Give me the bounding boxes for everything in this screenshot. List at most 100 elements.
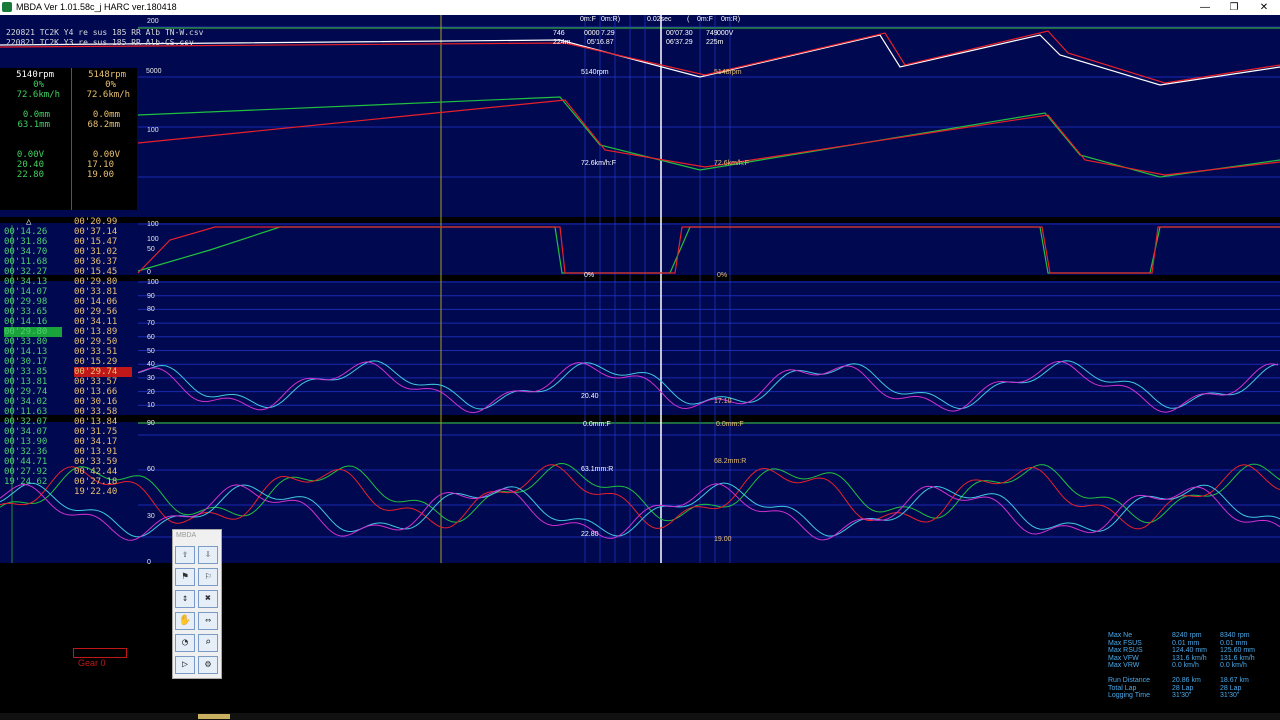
stat-value: 8240 rpm	[1172, 632, 1202, 639]
lap-time-item[interactable]: 00'34.17	[74, 437, 132, 447]
lap-time-item[interactable]: 00'32.07	[4, 417, 62, 427]
stat-label: Max Ne	[1108, 632, 1133, 639]
cursor-b-rpm: 749	[706, 30, 718, 37]
lap-time-item[interactable]: 00'34.07	[4, 427, 62, 437]
rsus-value-a: 63.1mm	[17, 120, 50, 130]
lap-time-item[interactable]: 00'29.74	[74, 367, 132, 377]
lap-time-item[interactable]: 00'42.44	[74, 467, 132, 477]
axis-tick: 20	[147, 388, 155, 396]
lap-time-item[interactable]: 00'33.51	[74, 347, 132, 357]
cursor-paren: (	[687, 16, 690, 23]
cursor-a-time: 7.29	[601, 30, 615, 37]
lap-time-item[interactable]: 00'30.17	[4, 357, 62, 367]
lap-time-item[interactable]: 00'33.57	[74, 377, 132, 387]
rpm-marker-b: 5148rpm	[714, 69, 742, 76]
lap-time-item[interactable]: 00'14.07	[4, 287, 62, 297]
arrows-horizontal-icon[interactable]: ⇔	[198, 612, 218, 630]
chart-remove-icon[interactable]: ⇩	[198, 546, 218, 564]
speed-value-a: 72.6km/h	[16, 90, 60, 100]
lap-time-item[interactable]: 00'29.74	[4, 387, 62, 397]
cursor-b-time: 00'07.30	[666, 30, 693, 37]
lap-time-item[interactable]: 00'32.27	[4, 267, 62, 277]
lap-time-item[interactable]: 00'34.70	[4, 247, 62, 257]
toolbox-window[interactable]: MBDA ⇧ ⇩ ⚑ ⚐ ↕ ✖ ✋ ⇔ ◔ ⌕ ▷ ⚙	[172, 529, 222, 679]
lap-time-item[interactable]: 19'22.40	[74, 487, 132, 497]
lap-time-item[interactable]: 00'36.37	[74, 257, 132, 267]
lap-time-item[interactable]: 00'37.14	[74, 227, 132, 237]
close-button[interactable]: ✕	[1248, 0, 1280, 15]
chart-add-icon[interactable]: ⇧	[175, 546, 195, 564]
lap-time-item[interactable]: 00'27.92	[4, 467, 62, 477]
telemetry-chart[interactable]	[0, 15, 1280, 563]
minimize-button[interactable]: —	[1189, 0, 1221, 15]
lap-time-item[interactable]: 00'33.58	[74, 407, 132, 417]
lap-time-item[interactable]: 19'24.62	[4, 477, 62, 487]
cursor-b-time-b: 06'37.29	[666, 39, 693, 46]
axis-tick: 70	[147, 320, 155, 328]
stat-label: Logging Time	[1108, 692, 1151, 699]
lap-time-item[interactable]: 00'33.80	[4, 337, 62, 347]
hand-pan-icon[interactable]: ✋	[175, 612, 195, 630]
v2-marker-a: 22.80	[581, 531, 599, 538]
lap-time-item[interactable]: 00'14.26	[4, 227, 62, 237]
lap-time-item[interactable]: 00'13.90	[4, 437, 62, 447]
lap-time-item[interactable]: 00'34.02	[4, 397, 62, 407]
lap-time-item[interactable]: 00'30.16	[74, 397, 132, 407]
lap-time-item[interactable]: 00'27.18	[74, 477, 132, 487]
lap-time-item[interactable]: 00'15.29	[74, 357, 132, 367]
cursor-b-dist: 225m	[706, 39, 724, 46]
lap-time-item[interactable]: 00'20.99	[74, 217, 132, 227]
axis-tick: 200	[147, 18, 159, 25]
lap-time-item[interactable]: 00'33.85	[4, 367, 62, 377]
stat-label: Total Lap	[1108, 684, 1137, 692]
lap-time-item[interactable]: 00'29.80	[74, 277, 132, 287]
close-cross-icon[interactable]: ✖	[198, 590, 218, 608]
lap-time-item[interactable]: 00'29.80	[4, 327, 62, 337]
cursor-mode: 0m:F	[697, 16, 713, 23]
lap-time-item[interactable]: 00'13.66	[74, 387, 132, 397]
lap-time-item[interactable]: 00'13.84	[74, 417, 132, 427]
lap-time-item[interactable]: 00'14.16	[4, 317, 62, 327]
lap-time-item[interactable]: 00'29.56	[74, 307, 132, 317]
lap-list-a[interactable]: 00'14.26 00'31.86 00'34.70 00'11.68 00'32.27…	[4, 227, 62, 487]
settings-icon[interactable]: ⚙	[198, 656, 218, 674]
stat-value: 131.6 km/h	[1172, 654, 1207, 662]
lap-time-item[interactable]: 00'13.81	[4, 377, 62, 387]
lap-time-item[interactable]: 00'13.89	[74, 327, 132, 337]
flag-orange-icon[interactable]: ⚐	[198, 568, 218, 586]
scroll-thumb[interactable]	[198, 714, 230, 719]
maximize-button[interactable]: ❐	[1218, 0, 1250, 15]
fsus-value-a: 0.0mm	[22, 110, 50, 120]
lap-time-item[interactable]: 00'33.59	[74, 457, 132, 467]
lap-time-item[interactable]: 00'14.06	[74, 297, 132, 307]
speed-value-b: 72.6km/h	[86, 90, 130, 100]
lap-time-item[interactable]: 00'31.75	[74, 427, 132, 437]
play-icon[interactable]: ▷	[175, 656, 195, 674]
axis-tick: 40	[147, 361, 155, 369]
lap-time-item[interactable]: 00'11.68	[4, 257, 62, 267]
gauge-icon[interactable]: ◔	[175, 634, 195, 652]
lap-time-item[interactable]: 00'33.81	[74, 287, 132, 297]
zoom-icon[interactable]: ⌕	[198, 634, 218, 652]
cursor-mode: 0m:R)	[721, 16, 741, 23]
rsus-marker-a: 63.1mm:R	[581, 466, 614, 473]
throttle-trace-b	[137, 226, 1280, 274]
flag-green-icon[interactable]: ⚑	[175, 568, 195, 586]
lap-time-item[interactable]: 00'33.65	[4, 307, 62, 317]
lap-time-item[interactable]: 00'15.47	[74, 237, 132, 247]
lap-time-item[interactable]: 00'34.13	[4, 277, 62, 287]
lap-time-item[interactable]: 00'11.63	[4, 407, 62, 417]
lap-time-item[interactable]: 00'32.36	[4, 447, 62, 457]
lap-time-item[interactable]: 00'34.11	[74, 317, 132, 327]
lap-list-b[interactable]: 00'20.99 00'37.14 00'15.47 00'31.02 00'36.37…	[74, 217, 132, 497]
move-vertical-icon[interactable]: ↕	[175, 590, 195, 608]
window-title: MBDA Ver 1.01.58c_j HARC ver.180418	[16, 2, 177, 12]
lap-time-item[interactable]: 00'44.71	[4, 457, 62, 467]
lap-time-item[interactable]: 00'13.91	[74, 447, 132, 457]
lap-time-item[interactable]: 00'31.86	[4, 237, 62, 247]
lap-time-item[interactable]: 00'31.02	[74, 247, 132, 257]
lap-time-item[interactable]: 00'14.13	[4, 347, 62, 357]
lap-time-item[interactable]: 00'15.45	[74, 267, 132, 277]
lap-time-item[interactable]: 00'29.98	[4, 297, 62, 307]
lap-time-item[interactable]: 00'29.50	[74, 337, 132, 347]
